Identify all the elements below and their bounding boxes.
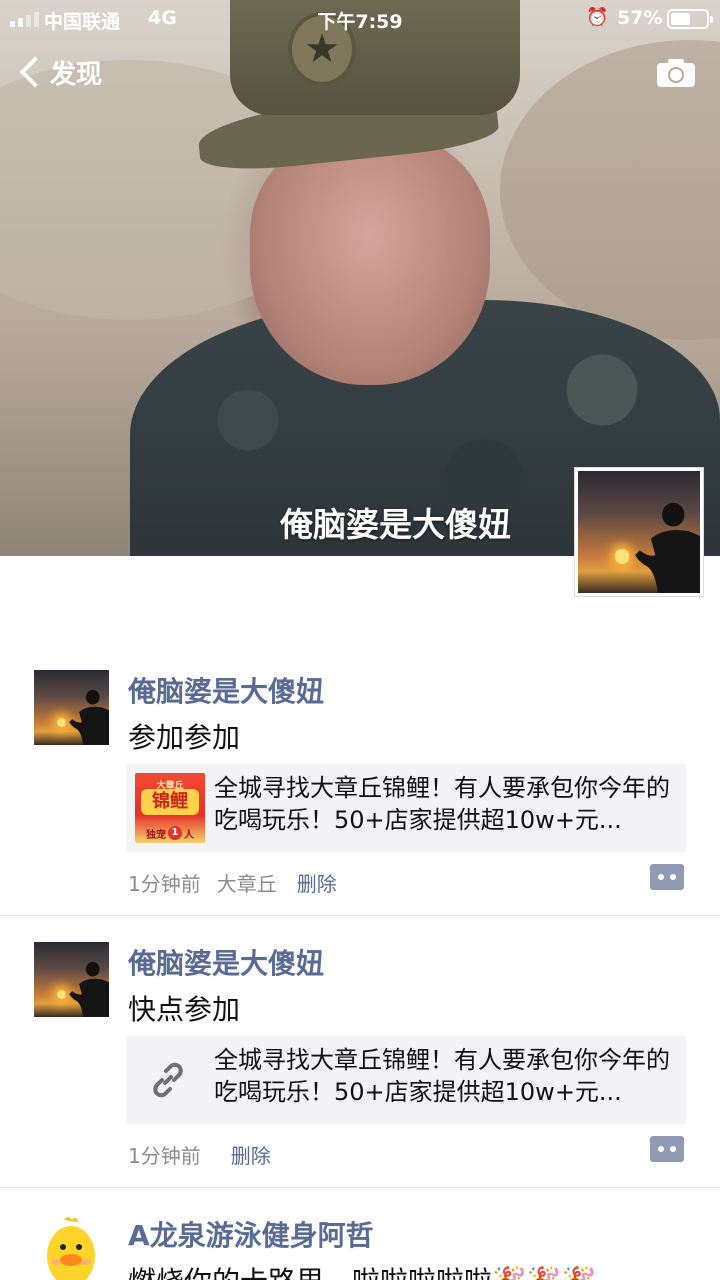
post-time: 1分钟前 — [128, 872, 201, 896]
poster-name[interactable]: 俺脑婆是大傻妞 — [128, 670, 324, 710]
shared-link-card[interactable]: 大章丘 锦鲤 独宠 1 人 全城寻找大章丘锦鲤！有人要承包你今年的吃喝玩乐！50… — [126, 764, 686, 852]
status-bar: 中国联通 4G 下午7:59 ⏰ 57% — [0, 0, 720, 38]
avatar[interactable] — [34, 670, 109, 745]
post-text: 快点参加 — [128, 993, 241, 1026]
thumb-text-mid: 锦鲤 — [141, 789, 199, 815]
battery-percent: 57% — [617, 7, 663, 29]
poster-name[interactable]: 俺脑婆是大傻妞 — [128, 942, 324, 982]
battery-icon — [667, 9, 713, 29]
moment-post: 俺脑婆是大傻妞 参加参加 大章丘 锦鲤 独宠 1 人 全城寻找大章丘锦鲤！有人要… — [0, 670, 720, 916]
link-icon — [153, 1062, 183, 1098]
profile-name: 俺脑婆是大傻妞 — [280, 505, 511, 544]
comment-more-icon[interactable] — [650, 864, 684, 890]
sunset-avatar-image — [34, 942, 109, 1017]
link-title: 全城寻找大章丘锦鲤！有人要承包你今年的吃喝玩乐！50+店家提供超10w+元... — [214, 1046, 670, 1106]
moment-post: 俺脑婆是大傻妞 快点参加 全城寻找大章丘锦鲤！有人要承包你今年的吃喝玩乐！50+… — [0, 942, 720, 1188]
back-button[interactable]: 发现 — [18, 52, 102, 92]
thumb-text-end: 人 — [184, 829, 194, 841]
link-title: 全城寻找大章丘锦鲤！有人要承包你今年的吃喝玩乐！50+店家提供超10w+元... — [214, 774, 670, 834]
chevron-left-icon — [19, 56, 51, 88]
duck-avatar-image — [34, 1214, 109, 1280]
back-label: 发现 — [50, 59, 103, 90]
clock: 下午7:59 — [317, 11, 403, 33]
post-text: 参加参加 — [128, 721, 241, 754]
camera-icon[interactable] — [656, 58, 696, 88]
shared-link-card[interactable]: 全城寻找大章丘锦鲤！有人要承包你今年的吃喝玩乐！50+店家提供超10w+元... — [126, 1036, 686, 1124]
avatar[interactable] — [34, 942, 109, 1017]
avatar[interactable] — [34, 1214, 109, 1280]
post-time: 1分钟前 — [128, 1144, 201, 1168]
link-thumbnail: 大章丘 锦鲤 独宠 1 人 — [135, 773, 205, 843]
battery-fill — [671, 13, 691, 25]
thumb-text-num: 1 — [168, 826, 182, 840]
comment-more-icon[interactable] — [650, 1136, 684, 1162]
delete-button[interactable]: 删除 — [297, 868, 337, 897]
delete-button[interactable]: 删除 — [231, 1140, 271, 1169]
alarm-icon: ⏰ — [586, 7, 609, 28]
thumb-text-bottom: 独宠 — [146, 829, 166, 841]
poster-name[interactable]: A龙泉游泳健身阿哲 — [128, 1214, 374, 1254]
post-meta: 1分钟前 删除 — [128, 1140, 271, 1169]
moment-post: A龙泉游泳健身阿哲 燃烧你的卡路里，啦啦啦啦啦🎉🎉🎉 — [0, 1214, 720, 1280]
profile-avatar[interactable] — [574, 467, 704, 597]
post-meta: 1分钟前 大章丘 删除 — [128, 868, 337, 897]
post-location[interactable]: 大章丘 — [217, 868, 277, 897]
post-text: 燃烧你的卡路里，啦啦啦啦啦🎉🎉🎉 — [128, 1260, 597, 1280]
sunset-avatar-image — [34, 670, 109, 745]
sunset-avatar-image — [578, 471, 700, 593]
cover-figure-face — [250, 135, 490, 385]
